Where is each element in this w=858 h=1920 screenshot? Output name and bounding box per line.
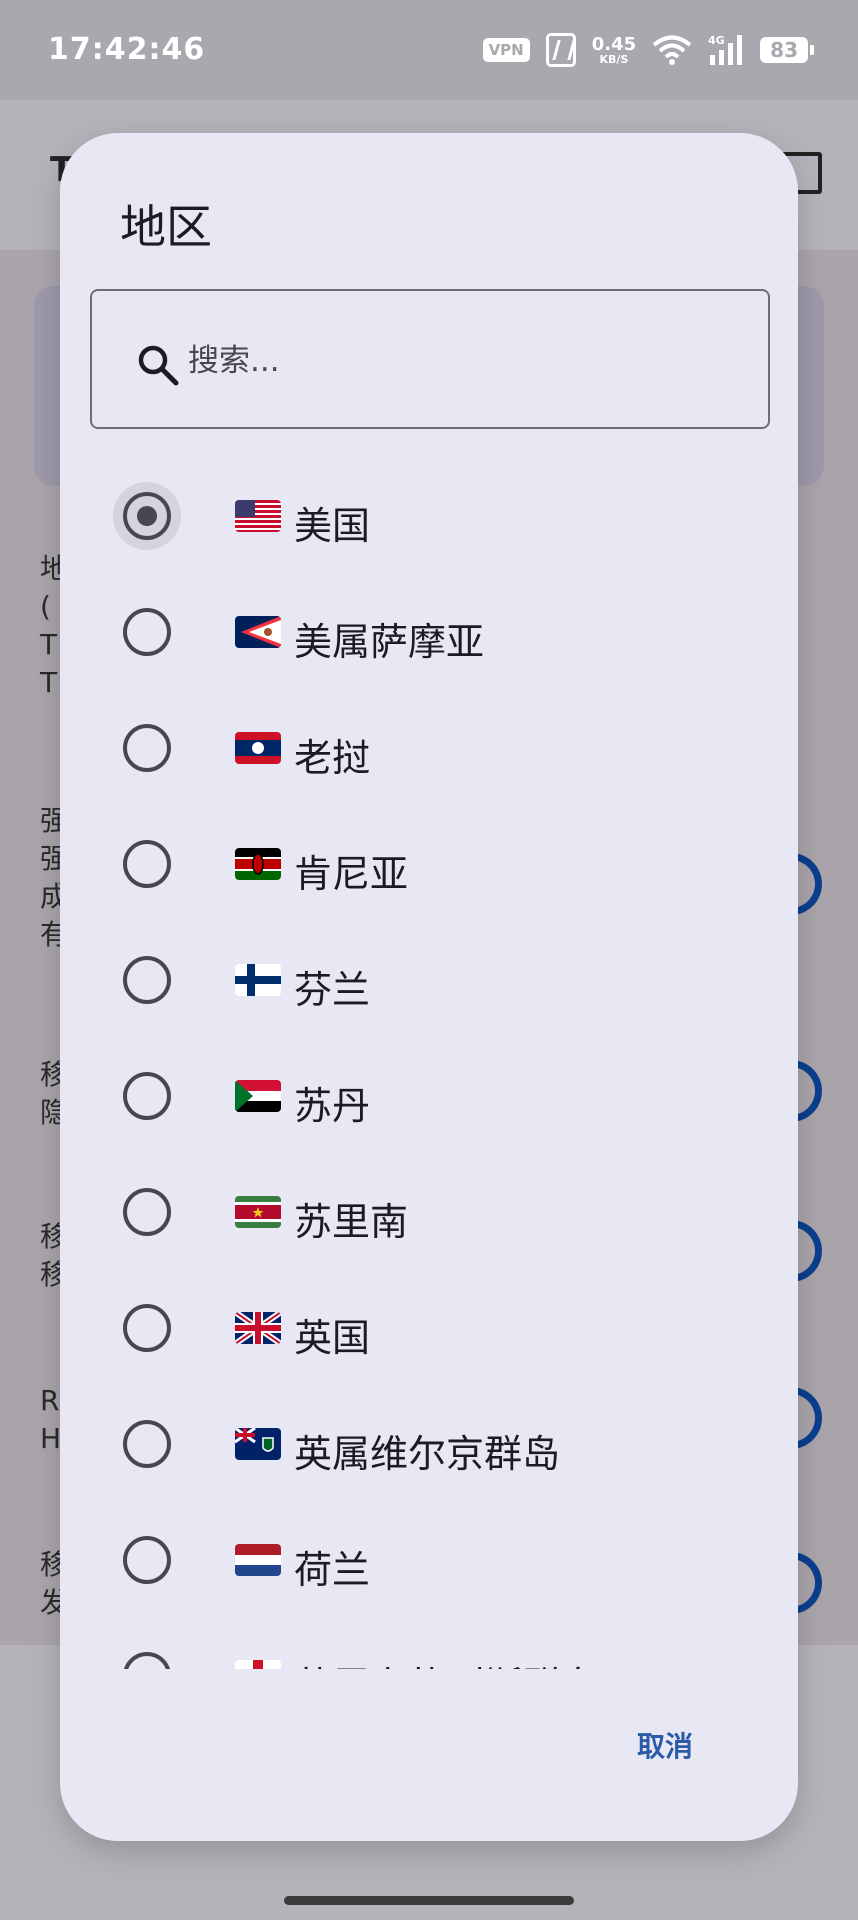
search-box[interactable] — [90, 289, 770, 429]
region-list[interactable]: 美国 美属萨摩亚 老挝 肯尼亚 芬兰 苏丹 苏里南 英国 英属维尔京群岛 荷兰 — [60, 459, 798, 1669]
flag-an-icon — [235, 1660, 281, 1669]
cancel-button[interactable]: 取消 — [605, 1713, 725, 1777]
list-item-sd[interactable]: 苏丹 — [60, 1039, 798, 1155]
flag-sr-icon — [235, 1196, 281, 1228]
status-time: 17:42:46 — [48, 32, 206, 67]
list-item-gb[interactable]: 英国 — [60, 1271, 798, 1387]
flag-vg-icon — [235, 1428, 281, 1460]
flag-us-icon — [235, 500, 281, 532]
region-label: 苏里南 — [294, 1200, 409, 1244]
home-indicator[interactable] — [284, 1896, 574, 1905]
flag-gb-icon — [235, 1312, 281, 1344]
background-row-5: R H — [40, 1382, 61, 1458]
wifi-icon — [652, 34, 692, 66]
flag-sd-icon — [235, 1080, 281, 1112]
radio-button-selected[interactable] — [113, 482, 181, 550]
nfc-icon — [545, 33, 576, 67]
region-label: 苏丹 — [294, 1084, 371, 1128]
search-input[interactable] — [188, 335, 748, 387]
list-item-nl[interactable]: 荷兰 — [60, 1503, 798, 1619]
radio-button[interactable] — [123, 1188, 171, 1236]
radio-button[interactable] — [123, 1652, 171, 1669]
flag-fi-icon — [235, 964, 281, 996]
radio-button[interactable] — [123, 724, 171, 772]
region-label: 芬兰 — [294, 968, 371, 1012]
region-label: 老挝 — [294, 736, 371, 780]
radio-button[interactable] — [123, 1304, 171, 1352]
region-label: 英属维尔京群岛 — [294, 1432, 561, 1476]
dialog-title: 地区 — [120, 200, 212, 254]
list-item-vg[interactable]: 英属维尔京群岛 — [60, 1387, 798, 1503]
list-item-fi[interactable]: 芬兰 — [60, 923, 798, 1039]
region-label: 英国 — [294, 1316, 371, 1360]
region-label: 肯尼亚 — [294, 852, 409, 896]
radio-button[interactable] — [123, 1072, 171, 1120]
background-row-line: H — [40, 1422, 62, 1455]
region-dialog: 地区 美国 — [60, 133, 798, 1841]
radio-button[interactable] — [123, 1420, 171, 1468]
network-type-label: 4G — [708, 34, 725, 47]
list-item-sr[interactable]: 苏里南 — [60, 1155, 798, 1271]
region-label: 美属萨摩亚 — [294, 620, 485, 664]
radio-button[interactable] — [123, 840, 171, 888]
list-item-la[interactable]: 老挝 — [60, 691, 798, 807]
radio-button[interactable] — [123, 956, 171, 1004]
flag-nl-icon — [235, 1544, 281, 1576]
network-speed: 0.45 KB/S — [591, 33, 637, 66]
list-item-us[interactable]: 美国 — [60, 459, 798, 575]
battery-indicator: 83 — [760, 37, 814, 63]
cell-signal-icon: 4G — [708, 33, 744, 67]
list-item-as[interactable]: 美属萨摩亚 — [60, 575, 798, 691]
flag-ke-icon — [235, 848, 281, 880]
list-item-ke[interactable]: 肯尼亚 — [60, 807, 798, 923]
region-label: 荷兰 — [294, 1548, 371, 1592]
region-label: 美国 — [294, 504, 371, 548]
status-icons: VPN 0.45 KB/S 4G 83 — [482, 30, 814, 70]
background-row-title: R — [40, 1384, 60, 1417]
screen: 17:42:46 VPN 0.45 KB/S 4G 83 T 地 (T T 强… — [0, 0, 858, 1920]
network-speed-unit: KB/S — [599, 52, 629, 66]
vpn-badge: VPN — [482, 38, 530, 62]
flag-as-icon — [235, 616, 281, 648]
network-speed-value: 0.45 — [591, 33, 637, 55]
flag-la-icon — [235, 732, 281, 764]
search-icon — [138, 345, 179, 386]
radio-button[interactable] — [123, 1536, 171, 1584]
radio-button[interactable] — [123, 608, 171, 656]
list-item-an[interactable]: 英属安的列斯群岛 — [60, 1619, 798, 1669]
region-label: 英属安的列斯群岛 — [294, 1655, 598, 1669]
status-bar: 17:42:46 VPN 0.45 KB/S 4G 83 — [0, 0, 858, 100]
